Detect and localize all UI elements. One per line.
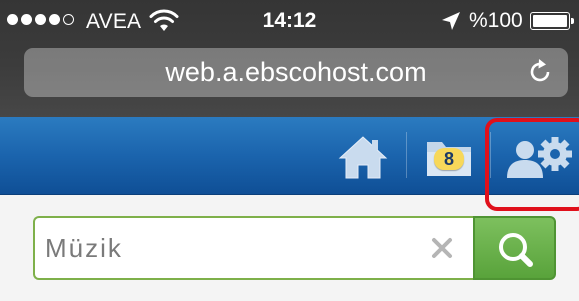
location-arrow-icon bbox=[442, 12, 460, 30]
toolbar-divider bbox=[406, 132, 407, 178]
status-bar: AVEA 14:12 %100 bbox=[0, 0, 579, 40]
clear-icon[interactable] bbox=[430, 236, 454, 260]
battery-icon bbox=[530, 12, 574, 30]
url-text: web.a.ebscohost.com bbox=[165, 57, 427, 87]
search-button[interactable] bbox=[473, 216, 556, 280]
home-icon[interactable] bbox=[338, 134, 388, 180]
reload-icon[interactable] bbox=[526, 58, 554, 86]
browser-chrome: AVEA 14:12 %100 web.a.ebscohost.com bbox=[0, 0, 579, 117]
search-input[interactable] bbox=[33, 216, 473, 280]
highlight-annotation bbox=[485, 118, 579, 211]
folder-count-badge: 8 bbox=[434, 148, 464, 170]
battery-percent: %100 bbox=[469, 9, 523, 32]
search-icon bbox=[499, 233, 533, 267]
search-bar bbox=[33, 216, 556, 280]
address-bar[interactable]: web.a.ebscohost.com bbox=[24, 48, 568, 97]
